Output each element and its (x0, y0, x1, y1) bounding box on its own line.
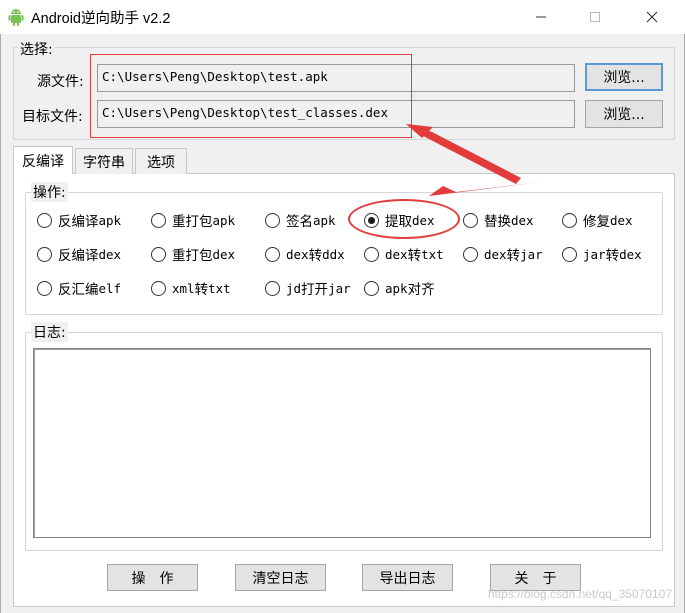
radio-circle (364, 246, 379, 262)
radio-repair-dex[interactable]: 修复 dex (562, 210, 633, 230)
radio-label-cn: 转 (407, 248, 422, 264)
android-icon (8, 9, 24, 26)
log-textarea[interactable] (33, 348, 651, 538)
radio-label-cn: 打开 (301, 282, 329, 298)
radio-label-pre: dex (484, 246, 507, 262)
radio-label-en: dex (212, 246, 236, 262)
minimize-button[interactable] (518, 0, 564, 34)
radio-label-en: dex (619, 246, 642, 262)
radio-circle (265, 246, 280, 262)
radio-label-pre: jd (286, 280, 302, 296)
radio-dex-to-ddx[interactable]: dex 转 ddx (265, 244, 345, 264)
radio-label-en: apk (98, 212, 122, 228)
radio-label-pre: dex (385, 246, 408, 262)
minimize-icon (536, 16, 546, 18)
radio-circle (151, 280, 166, 296)
select-group-label: 选择: (18, 39, 55, 59)
watermark: https://blog.csdn.net/qq_35070107 (487, 587, 672, 601)
radio-label-en: txt (208, 280, 231, 296)
radio-label-cn: 对齐 (407, 282, 435, 298)
target-file-label: 目标文件: (22, 109, 83, 125)
source-file-label: 源文件: (37, 74, 84, 90)
radio-decompile-dex[interactable]: 反编译 dex (37, 244, 121, 264)
radio-repack-apk[interactable]: 重打包 apk (151, 210, 235, 230)
source-browse-button[interactable]: 浏览... (585, 63, 663, 91)
radio-repack-dex[interactable]: 重打包 dex (151, 244, 235, 264)
radio-jd-open-jar[interactable]: jd 打开 jar (265, 278, 351, 298)
radio-circle (37, 212, 52, 228)
radio-label-en: apk (313, 212, 336, 228)
operate-button[interactable]: 操 作 (107, 564, 198, 591)
target-browse-button[interactable]: 浏览... (585, 100, 663, 128)
radio-label-en: ddx (322, 246, 345, 262)
radio-label-en: jar (328, 280, 351, 296)
log-group-label: 日志: (31, 322, 68, 342)
radio-label-cn: 转 (506, 248, 521, 264)
tab-strings[interactable]: 字符串 (75, 148, 133, 174)
radio-disassemble-elf[interactable]: 反汇编 elf (37, 278, 121, 298)
radio-label-cn: 反编译 (58, 214, 99, 230)
title-bar: Android逆向助手 v2.2 (0, 0, 685, 34)
radio-circle (364, 280, 379, 296)
radio-circle (37, 246, 52, 262)
radio-circle (37, 280, 52, 296)
radio-label-en: jar (520, 246, 543, 262)
radio-label-cn: 签名 (286, 214, 313, 230)
radio-label-cn: 重打包 (172, 214, 213, 230)
radio-label-en: dex (511, 212, 534, 228)
annotation-ellipse (348, 199, 460, 239)
radio-label-cn: 转 (605, 248, 620, 264)
radio-circle (151, 212, 166, 228)
radio-label-cn: 替换 (484, 214, 511, 230)
export-log-button[interactable]: 导出日志 (362, 564, 453, 591)
radio-circle (562, 246, 577, 262)
radio-label-cn: 转 (194, 282, 209, 298)
radio-circle (151, 246, 166, 262)
window-title: Android逆向助手 v2.2 (31, 11, 171, 27)
radio-circle (265, 280, 280, 296)
radio-circle (562, 212, 577, 228)
radio-label-en: dex (98, 246, 122, 262)
radio-label-pre: apk (385, 280, 408, 296)
radio-label-cn: 重打包 (172, 248, 213, 264)
radio-label-en: dex (610, 212, 633, 228)
radio-circle (265, 212, 280, 228)
close-icon (646, 11, 658, 23)
radio-label-en: apk (212, 212, 236, 228)
clear-log-button[interactable]: 清空日志 (235, 564, 326, 591)
radio-decompile-apk[interactable]: 反编译 apk (37, 210, 121, 230)
radio-label-en: elf (98, 280, 122, 296)
radio-label-pre: dex (286, 246, 309, 262)
annotation-rectangle (90, 54, 412, 138)
tab-options[interactable]: 选项 (135, 148, 187, 174)
radio-label-cn: 修复 (583, 214, 610, 230)
close-button[interactable] (629, 0, 675, 34)
maximize-button[interactable] (572, 0, 618, 34)
radio-xml-to-txt[interactable]: xml 转 txt (151, 278, 231, 298)
radio-label-cn: 转 (308, 248, 323, 264)
radio-label-pre: jar (583, 246, 606, 262)
radio-replace-dex[interactable]: 替换 dex (463, 210, 534, 230)
radio-label-cn: 反汇编 (58, 282, 99, 298)
radio-circle (463, 212, 478, 228)
tab-decompile[interactable]: 反编译 (13, 146, 73, 174)
radio-apk-align[interactable]: apk 对齐 (364, 278, 435, 298)
radio-dex-to-jar[interactable]: dex 转 jar (463, 244, 543, 264)
maximize-icon (590, 12, 600, 22)
radio-dex-to-txt[interactable]: dex 转 txt (364, 244, 444, 264)
radio-circle (463, 246, 478, 262)
radio-label-en: txt (421, 246, 444, 262)
client-area: 选择: 源文件: C:\Users\Peng\Desktop\test.apk … (0, 34, 685, 613)
radio-sign-apk[interactable]: 签名 apk (265, 210, 336, 230)
operation-group-label: 操作: (31, 182, 68, 202)
radio-jar-to-dex[interactable]: jar 转 dex (562, 244, 642, 264)
radio-label-pre: xml (172, 280, 195, 296)
radio-label-cn: 反编译 (58, 248, 99, 264)
